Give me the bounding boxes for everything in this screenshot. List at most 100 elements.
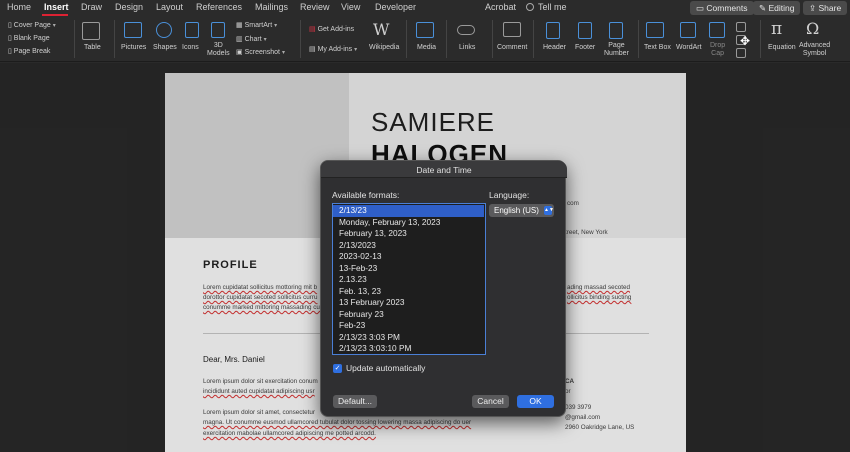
- ribbon-separator: [533, 20, 534, 58]
- format-option[interactable]: February 23: [333, 309, 484, 321]
- tab-mailings[interactable]: Mailings: [255, 2, 288, 12]
- format-option[interactable]: 13 February 2023: [333, 297, 484, 309]
- link-icon: [457, 25, 475, 35]
- language-value: English (US): [494, 206, 539, 215]
- signature-line-icon[interactable]: [736, 22, 746, 32]
- formats-list[interactable]: 2/13/23 Monday, February 13, 2023 Februa…: [332, 203, 486, 355]
- format-option[interactable]: 13-Feb-23: [333, 263, 484, 275]
- tab-draw[interactable]: Draw: [81, 2, 102, 12]
- text-box-button[interactable]: Text Box: [644, 44, 671, 51]
- header-icon: [546, 22, 560, 39]
- advanced-symbol-button[interactable]: Advanced Symbol: [799, 42, 830, 58]
- omega-icon: Ω: [806, 19, 820, 38]
- chart-button[interactable]: ▥ Chart ▾: [236, 35, 267, 43]
- pi-icon: π: [771, 19, 783, 39]
- ribbon-separator: [114, 20, 115, 58]
- shapes-icon: [156, 22, 172, 38]
- object-icon[interactable]: [736, 48, 746, 58]
- menu-tabs: Home Insert Draw Design Layout Reference…: [0, 0, 850, 16]
- pictures-icon: [124, 22, 142, 38]
- tab-review[interactable]: Review: [300, 2, 330, 12]
- drop-cap-icon: [709, 22, 725, 38]
- drop-cap-button[interactable]: Drop Cap: [710, 42, 725, 58]
- format-option[interactable]: 2/13/23 3:03:10 PM: [333, 343, 484, 354]
- table-icon: [82, 22, 100, 40]
- blank-page-button[interactable]: ▯ Blank Page: [8, 34, 50, 42]
- links-button[interactable]: Links: [459, 44, 475, 51]
- formats-label: Available formats:: [332, 190, 400, 200]
- tab-layout[interactable]: Layout: [156, 2, 183, 12]
- ribbon-separator: [760, 20, 761, 58]
- pictures-button[interactable]: Pictures: [121, 44, 146, 51]
- page-break-button[interactable]: ▯ Page Break: [8, 47, 50, 55]
- table-button[interactable]: Table: [84, 44, 101, 51]
- icons-button[interactable]: Icons: [182, 44, 199, 51]
- footer-icon: [578, 22, 592, 39]
- format-option[interactable]: 2/13/2023: [333, 240, 484, 252]
- media-button[interactable]: Media: [417, 44, 436, 51]
- format-option[interactable]: Feb-23: [333, 320, 484, 332]
- tab-insert[interactable]: Insert: [44, 2, 69, 12]
- comment-icon: ▭: [696, 3, 707, 13]
- format-option[interactable]: 2/13/23: [333, 205, 484, 217]
- tab-acrobat[interactable]: Acrobat: [485, 2, 516, 12]
- share-button[interactable]: ⇪ Share: [803, 1, 848, 15]
- update-automatically-checkbox[interactable]: ✓: [333, 364, 342, 373]
- tab-references[interactable]: References: [196, 2, 242, 12]
- smartart-icon: ▦: [236, 22, 245, 29]
- wordart-icon: [680, 22, 696, 38]
- comment-button[interactable]: Comment: [497, 44, 527, 51]
- get-addins-button[interactable]: ▤ Get Add-ins: [309, 25, 354, 33]
- wikipedia-icon: W: [373, 20, 390, 39]
- my-addins-button[interactable]: ▤ My Add-ins ▾: [309, 45, 357, 53]
- smartart-button[interactable]: ▦ SmartArt ▾: [236, 21, 277, 29]
- comments-button[interactable]: ▭ Comments: [690, 1, 754, 15]
- update-automatically-label: Update automatically: [346, 363, 426, 373]
- ribbon-separator: [406, 20, 407, 58]
- ribbon-separator: [492, 20, 493, 58]
- tab-developer[interactable]: Developer: [375, 2, 416, 12]
- editing-button[interactable]: ✎ Editing: [753, 1, 801, 15]
- shapes-button[interactable]: Shapes: [153, 44, 177, 51]
- page-number-button[interactable]: Page Number: [604, 42, 629, 58]
- ribbon-separator: [300, 20, 301, 58]
- header-button[interactable]: Header: [543, 44, 566, 51]
- page-number-icon: [609, 22, 623, 39]
- tab-view[interactable]: View: [341, 2, 360, 12]
- language-label: Language:: [489, 190, 530, 200]
- equation-button[interactable]: Equation: [768, 44, 796, 51]
- dialog-title: Date and Time: [321, 161, 567, 178]
- media-icon: [416, 22, 434, 38]
- format-option[interactable]: 2.13.23: [333, 274, 484, 286]
- mouse-cursor-icon: ✥: [740, 34, 751, 48]
- tab-home[interactable]: Home: [7, 2, 31, 12]
- comment-icon: [503, 22, 521, 37]
- tell-me-search[interactable]: Tell me: [538, 2, 567, 12]
- cube-icon: [211, 22, 225, 38]
- format-option[interactable]: Feb. 13, 23: [333, 286, 484, 298]
- store-icon: ▤: [309, 26, 318, 33]
- format-option[interactable]: 2023-02-13: [333, 251, 484, 263]
- language-select[interactable]: English (US) ▲▼: [489, 204, 554, 217]
- default-button[interactable]: Default...: [333, 395, 377, 408]
- cancel-button[interactable]: Cancel: [472, 395, 509, 408]
- lightbulb-icon: [526, 3, 534, 11]
- format-option[interactable]: 2/13/23 3:03 PM: [333, 332, 484, 344]
- 3d-models-button[interactable]: 3D Models: [207, 42, 230, 58]
- wikipedia-button[interactable]: Wikipedia: [369, 44, 399, 51]
- cover-page-button[interactable]: ▯ Cover Page ▾: [8, 21, 56, 29]
- format-option[interactable]: Monday, February 13, 2023: [333, 217, 484, 229]
- screenshot-icon: ▣: [236, 49, 245, 56]
- text-box-icon: [646, 22, 664, 38]
- ribbon-separator: [446, 20, 447, 58]
- ok-button[interactable]: OK: [517, 395, 554, 408]
- addins-icon: ▤: [309, 46, 318, 53]
- chart-icon: ▥: [236, 36, 245, 43]
- screenshot-button[interactable]: ▣ Screenshot ▾: [236, 48, 285, 56]
- footer-button[interactable]: Footer: [575, 44, 595, 51]
- icons-icon: [185, 22, 199, 38]
- wordart-button[interactable]: WordArt: [676, 44, 702, 51]
- insert-ribbon: ▯ Cover Page ▾ ▯ Blank Page ▯ Page Break…: [0, 16, 850, 62]
- tab-design[interactable]: Design: [115, 2, 143, 12]
- format-option[interactable]: February 13, 2023: [333, 228, 484, 240]
